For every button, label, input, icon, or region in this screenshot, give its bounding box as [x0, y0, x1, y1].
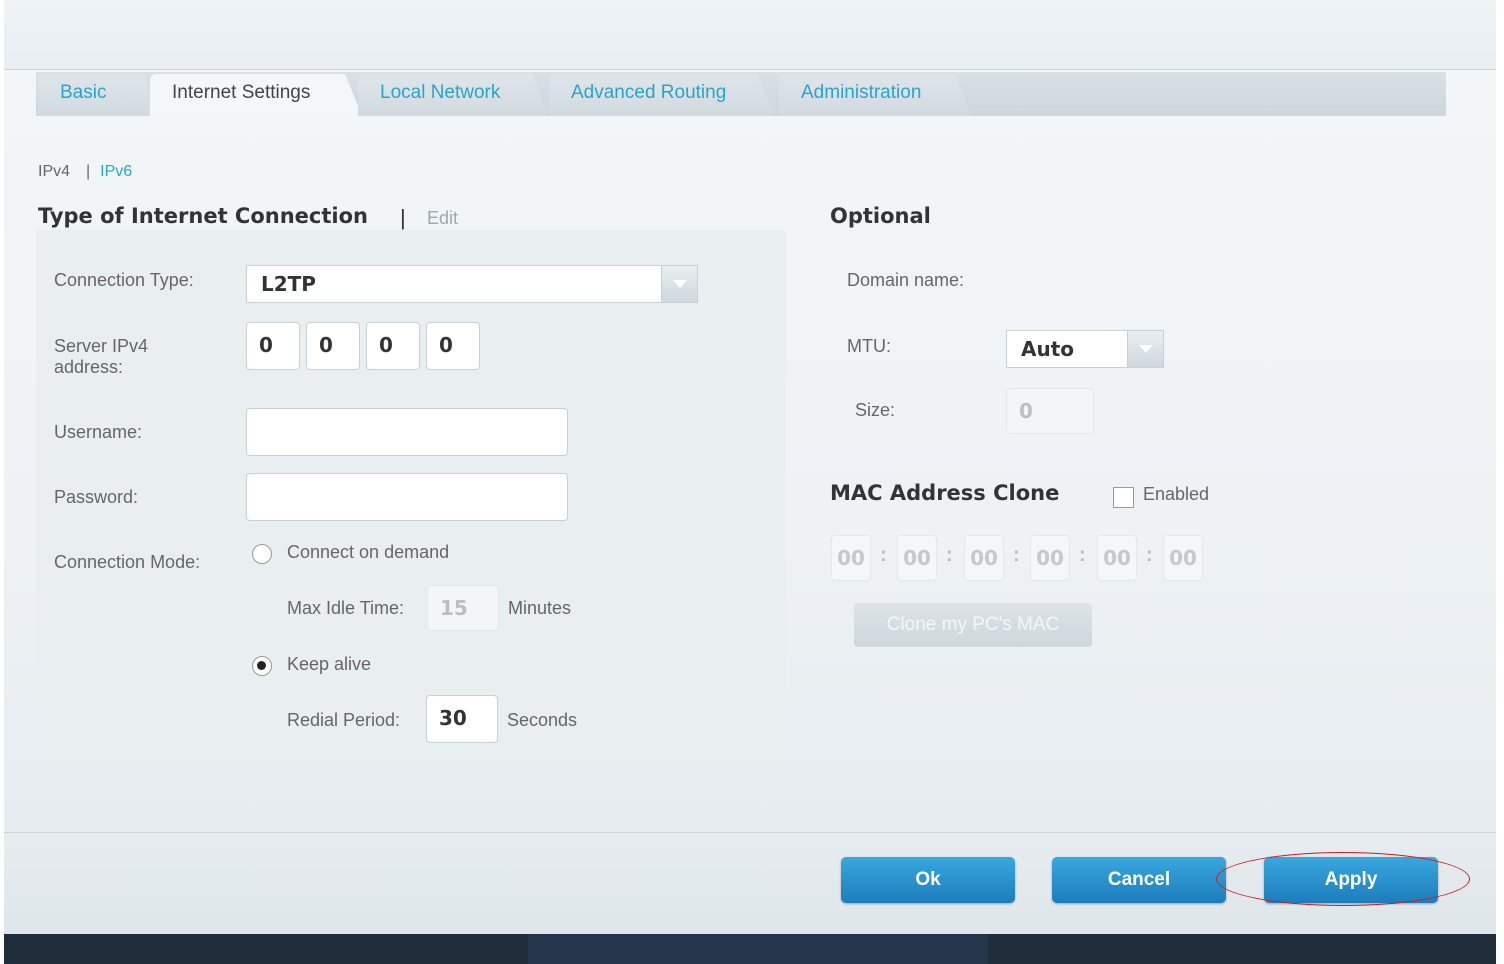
server-ip-octet-4[interactable]: 0 — [426, 322, 480, 370]
mtu-label: MTU: — [847, 336, 891, 356]
connection-type-heading: Type of Internet Connection — [38, 204, 368, 228]
ipv6-link[interactable]: IPv6 — [100, 163, 132, 181]
chevron-down-icon[interactable] — [661, 266, 697, 302]
mac-colon: : — [1079, 544, 1086, 566]
chevron-down-icon[interactable] — [1127, 331, 1163, 367]
mac-colon: : — [946, 544, 953, 566]
heading-separator: | — [400, 205, 406, 230]
minutes-label: Minutes — [508, 598, 572, 618]
max-idle-time-label: Max Idle Time: — [287, 598, 405, 618]
mtu-select[interactable]: Auto — [1006, 330, 1164, 368]
connect-on-demand-radio[interactable] — [252, 544, 272, 564]
server-ip-octet-3[interactable]: 0 — [366, 322, 420, 370]
tab-internet-settings[interactable]: Internet Settings — [150, 74, 362, 116]
server-ip-octet-1[interactable]: 0 — [246, 322, 300, 370]
mac-clone-enabled-checkbox[interactable] — [1113, 487, 1134, 508]
mac-segment-6[interactable]: 00 — [1163, 535, 1203, 581]
keep-alive-radio[interactable] — [252, 656, 272, 676]
mtu-value: Auto — [1021, 337, 1075, 361]
ok-button[interactable]: Ok — [841, 857, 1015, 903]
page-edge — [1496, 0, 1504, 964]
connection-type-value: L2TP — [261, 272, 316, 296]
server-ip-octet-2[interactable]: 0 — [306, 322, 360, 370]
tab-basic[interactable]: Basic — [38, 74, 154, 116]
top-header — [4, 0, 1496, 70]
mac-segment-5[interactable]: 00 — [1097, 535, 1137, 581]
max-idle-time-input[interactable]: 15 — [427, 585, 499, 631]
redial-period-label: Redial Period: — [287, 710, 401, 730]
mtu-size-input[interactable]: 0 — [1006, 388, 1094, 434]
ipv4-link[interactable]: IPv4 — [38, 163, 70, 181]
keep-alive-label: Keep alive — [287, 654, 372, 674]
server-ipv4-label: Server IPv4 address: — [54, 336, 149, 377]
username-input[interactable] — [246, 408, 568, 456]
annotation-ellipse — [1216, 852, 1470, 906]
connection-type-select[interactable]: L2TP — [246, 265, 698, 303]
edit-link[interactable]: Edit — [427, 208, 458, 229]
mtu-size-label: Size: — [855, 400, 896, 420]
mac-clone-heading: MAC Address Clone — [830, 481, 1060, 505]
mac-colon: : — [1146, 544, 1153, 566]
mac-segment-1[interactable]: 00 — [831, 535, 871, 581]
password-label: Password: — [54, 487, 139, 507]
redial-period-input[interactable]: 30 — [426, 695, 498, 743]
connect-on-demand-label: Connect on demand — [287, 542, 450, 562]
tab-administration[interactable]: Administration — [779, 74, 971, 116]
clone-mac-button[interactable]: Clone my PC's MAC — [854, 603, 1092, 647]
mac-segment-3[interactable]: 00 — [964, 535, 1004, 581]
tab-advanced-routing[interactable]: Advanced Routing — [549, 74, 775, 116]
taskbar-item — [528, 934, 988, 964]
connection-type-label: Connection Type: — [54, 270, 194, 290]
cancel-button[interactable]: Cancel — [1052, 857, 1226, 903]
domain-name-label: Domain name: — [847, 270, 965, 290]
seconds-label: Seconds — [507, 710, 578, 730]
mac-colon: : — [1013, 544, 1020, 566]
ip-version-nav: IPv4 | IPv6 — [38, 163, 132, 181]
connection-mode-label: Connection Mode: — [54, 552, 201, 572]
taskbar — [4, 934, 1496, 964]
optional-heading: Optional — [830, 204, 931, 228]
password-input[interactable] — [246, 473, 568, 521]
mac-segment-2[interactable]: 00 — [897, 535, 937, 581]
tab-local-network[interactable]: Local Network — [358, 74, 548, 116]
mac-colon: : — [880, 544, 887, 566]
mac-clone-enabled-label: Enabled — [1143, 484, 1210, 504]
mac-segment-4[interactable]: 00 — [1030, 535, 1070, 581]
subnav-separator: | — [86, 163, 91, 180]
username-label: Username: — [54, 422, 143, 442]
